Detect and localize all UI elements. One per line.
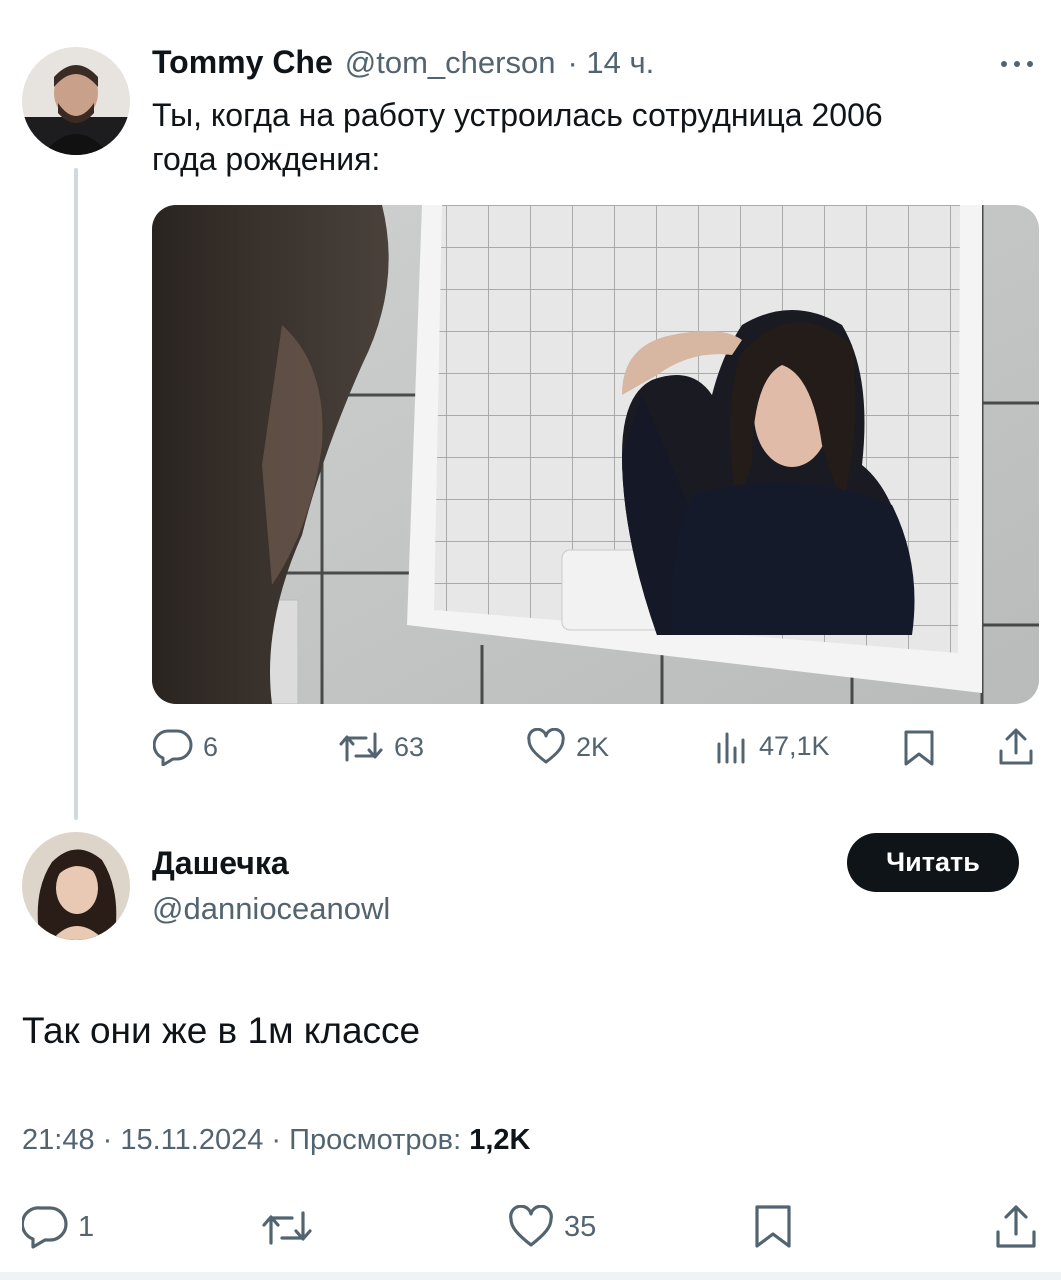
heart-icon xyxy=(526,728,566,766)
tweet-text-line-2: года рождения: xyxy=(152,141,381,177)
tommy-tweet-time[interactable]: · 14 ч. xyxy=(567,45,654,81)
reply-tweet-reply-action[interactable]: 1 xyxy=(22,1205,94,1249)
bottom-divider xyxy=(0,1272,1061,1280)
heart-icon xyxy=(508,1205,554,1249)
retweet-count: 63 xyxy=(394,731,425,762)
tweet-meta: 21:48 · 15.11.2024 · Просмотров: 1,2K xyxy=(22,1124,530,1157)
dashechka-author-handle[interactable]: @dannioceanowl xyxy=(152,891,390,927)
reply-tweet-reply-count: 1 xyxy=(78,1210,95,1243)
share-icon[interactable] xyxy=(997,727,1035,767)
reply-tweet-like-count: 35 xyxy=(564,1210,597,1243)
views-action[interactable]: 47,1K xyxy=(715,728,830,764)
tommy-tweet-text: Ты, когда на работу устроилась сотрудниц… xyxy=(152,93,1032,181)
tweet-view-count[interactable]: 1,2K xyxy=(469,1124,530,1156)
tweet-text-line-1: Ты, когда на работу устроилась сотрудниц… xyxy=(152,97,883,133)
tommy-avatar[interactable] xyxy=(22,47,130,155)
dashechka-author-name[interactable]: Дашечка xyxy=(152,845,289,882)
reply-tweet-bookmark-icon[interactable] xyxy=(754,1204,792,1250)
reply-count: 6 xyxy=(203,731,219,762)
follow-button[interactable]: Читать xyxy=(847,833,1019,892)
reply-tweet-like-action[interactable]: 35 xyxy=(508,1205,596,1249)
tommy-author-name[interactable]: Tommy Che xyxy=(152,44,333,81)
like-count: 2K xyxy=(576,731,610,762)
reply-tweet-share-icon[interactable] xyxy=(994,1204,1038,1250)
reply-icon xyxy=(153,728,193,766)
reply-action[interactable]: 6 xyxy=(153,728,218,766)
more-horizontal-icon[interactable] xyxy=(998,58,1038,70)
tweet-photo[interactable] xyxy=(152,205,1039,704)
tweet-timestamp[interactable]: 21:48 · 15.11.2024 · Просмотров: xyxy=(22,1124,469,1156)
views-count: 47,1K xyxy=(759,730,830,761)
bar-chart-icon xyxy=(715,728,749,764)
reply-tweet-text: Так они же в 1м классе xyxy=(22,1010,421,1051)
retweet-icon xyxy=(338,728,384,766)
retweet-action[interactable]: 63 xyxy=(338,728,424,766)
bookmark-icon[interactable] xyxy=(903,729,935,767)
thread-line xyxy=(74,168,78,820)
reply-icon xyxy=(22,1205,68,1249)
reply-tweet-retweet-icon[interactable] xyxy=(260,1207,314,1249)
tommy-author-handle[interactable]: @tom_cherson xyxy=(345,45,556,81)
dashechka-avatar[interactable] xyxy=(22,832,130,940)
like-action[interactable]: 2K xyxy=(526,728,609,766)
